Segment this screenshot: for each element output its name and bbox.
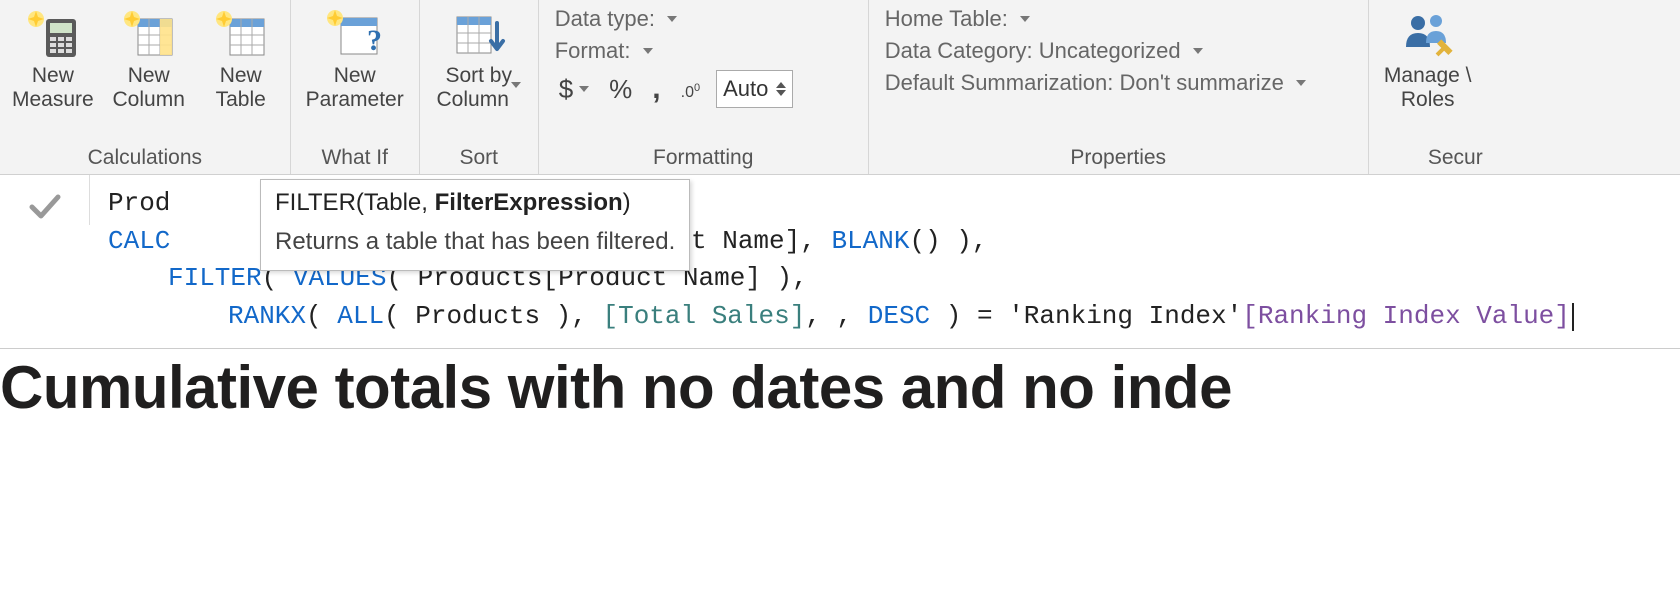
decimal-places-input[interactable]: Auto — [716, 70, 793, 108]
group-name-sort: Sort — [424, 143, 534, 174]
formula-editor[interactable]: FILTER(Table, FilterExpression) Returns … — [90, 175, 1680, 348]
format-label: Format: — [555, 38, 631, 64]
default-summarization-dropdown[interactable]: Default Summarization: Don't summarize — [885, 70, 1352, 96]
data-category-dropdown[interactable]: Data Category: Uncategorized — [885, 38, 1352, 64]
group-name-security: Secur — [1373, 143, 1483, 174]
ribbon-group-calculations: New Measure New Column — [0, 0, 291, 174]
commit-formula-button[interactable] — [0, 175, 90, 225]
new-measure-icon — [26, 6, 80, 62]
new-table-icon — [214, 6, 268, 62]
chevron-down-icon — [1296, 80, 1306, 86]
ribbon-group-formatting: Data type: Format: $ % , .00 — [539, 0, 869, 174]
ribbon-group-properties: Home Table: Data Category: Uncategorized… — [869, 0, 1369, 174]
decimal-icon: .00 — [681, 84, 700, 102]
comma-icon: , — [652, 72, 660, 106]
chevron-down-icon — [667, 16, 677, 22]
decimal-places-button[interactable]: .00 — [677, 78, 704, 100]
manage-roles-icon — [1400, 6, 1456, 62]
percent-icon: % — [609, 74, 632, 105]
ribbon: New Measure New Column — [0, 0, 1680, 175]
group-name-properties: Properties — [873, 143, 1364, 174]
ribbon-group-sort: Sort by Column Sort — [420, 0, 539, 174]
data-type-dropdown[interactable]: Data type: — [555, 6, 852, 32]
spinner-up-icon[interactable] — [776, 82, 786, 88]
report-title: Cumulative totals with no dates and no i… — [0, 349, 1680, 422]
spinner-down-icon[interactable] — [776, 90, 786, 96]
group-name-formatting: Formatting — [543, 143, 864, 174]
text-cursor — [1572, 303, 1574, 331]
new-parameter-icon: ? — [325, 6, 385, 62]
chevron-down-icon — [579, 86, 589, 92]
sort-by-column-icon — [451, 6, 507, 62]
decimal-places-value: Auto — [723, 76, 768, 102]
tooltip-description: Returns a table that has been filtered. — [275, 225, 675, 260]
percent-format-button[interactable]: % — [605, 72, 636, 107]
data-category-label: Data Category: Uncategorized — [885, 38, 1181, 64]
formula-bar: FILTER(Table, FilterExpression) Returns … — [0, 175, 1680, 349]
new-column-button[interactable]: New Column — [104, 2, 194, 112]
checkmark-icon — [26, 187, 64, 225]
chevron-down-icon — [1193, 48, 1203, 54]
tooltip-signature: FILTER(Table, FilterExpression) — [275, 186, 675, 221]
currency-format-button[interactable]: $ — [555, 72, 593, 107]
new-column-label: New Column — [113, 64, 185, 112]
group-name-whatif: What If — [295, 143, 415, 174]
thousands-separator-button[interactable]: , — [648, 70, 664, 108]
manage-roles-label: Manage \ Roles — [1384, 64, 1472, 112]
spinner-control[interactable] — [776, 82, 786, 96]
formula-line-4: RANKX( ALL( Products ), [Total Sales], ,… — [108, 298, 1670, 336]
data-type-label: Data type: — [555, 6, 655, 32]
new-table-label: New Table — [216, 64, 266, 112]
default-summarization-label: Default Summarization: Don't summarize — [885, 70, 1284, 96]
group-name-calculations: Calculations — [4, 143, 286, 174]
ribbon-group-whatif: ? New Parameter What If — [291, 0, 420, 174]
manage-roles-button[interactable]: Manage \ Roles — [1373, 2, 1483, 112]
home-table-label: Home Table: — [885, 6, 1008, 32]
new-measure-label: New Measure — [12, 64, 94, 112]
sort-by-column-button[interactable]: Sort by Column — [424, 2, 534, 112]
ribbon-group-security: Manage \ Roles Secur — [1369, 0, 1487, 174]
new-parameter-label: New Parameter — [306, 64, 404, 112]
new-table-button[interactable]: New Table — [196, 2, 286, 112]
svg-text:?: ? — [367, 24, 382, 57]
chevron-down-icon — [1020, 16, 1030, 22]
chevron-down-icon — [511, 82, 521, 111]
intellisense-tooltip: FILTER(Table, FilterExpression) Returns … — [260, 179, 690, 271]
new-column-icon — [122, 6, 176, 62]
format-dropdown[interactable]: Format: — [555, 38, 852, 64]
sort-by-column-label: Sort by Column — [437, 64, 521, 112]
chevron-down-icon — [643, 48, 653, 54]
home-table-dropdown[interactable]: Home Table: — [885, 6, 1352, 32]
new-parameter-button[interactable]: ? New Parameter — [295, 2, 415, 112]
currency-icon: $ — [559, 74, 573, 105]
new-measure-button[interactable]: New Measure — [4, 2, 102, 112]
